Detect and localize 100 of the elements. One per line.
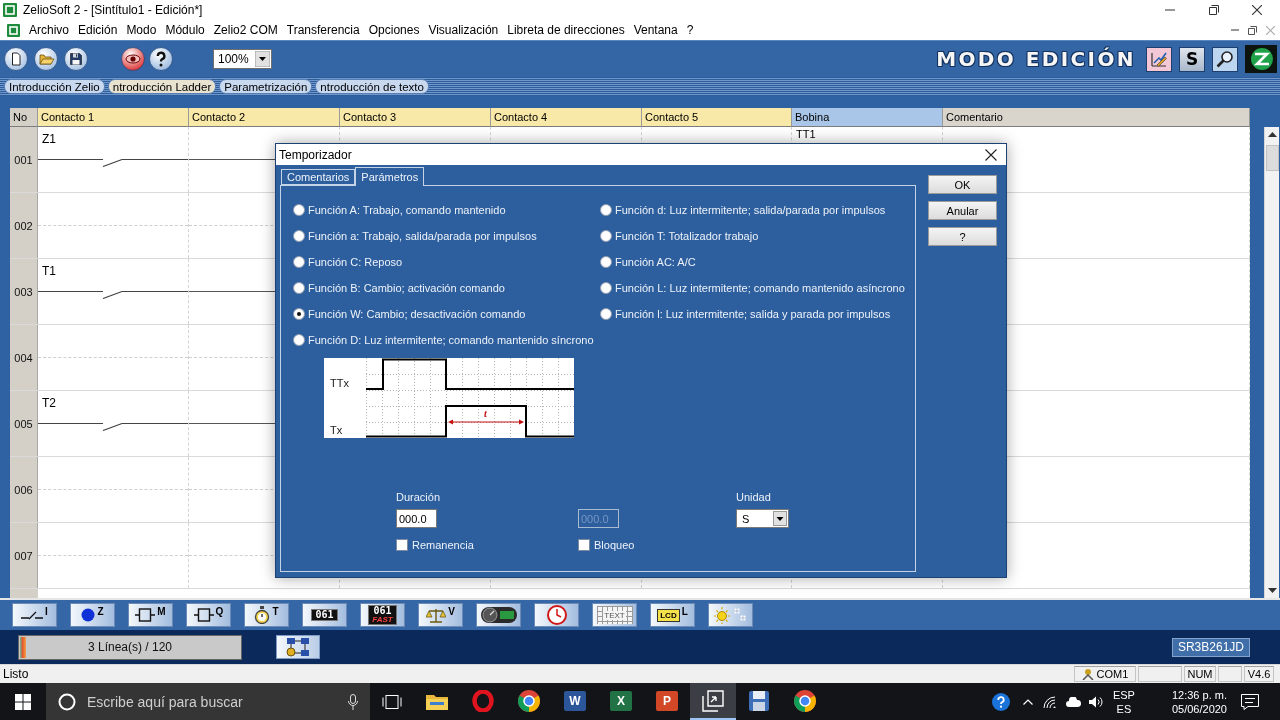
menu-item[interactable]: Opciones: [364, 21, 424, 39]
network-diagram-icon: [285, 637, 311, 657]
tab[interactable]: Parametrización: [219, 79, 313, 94]
palette-button[interactable]: I: [12, 603, 57, 627]
taskbar-app-button[interactable]: W: [552, 683, 598, 720]
search-button[interactable]: [1212, 46, 1238, 72]
contact-label: T2: [42, 396, 56, 410]
radio-button[interactable]: [293, 308, 305, 320]
window-title: ZelioSoft 2 - [Sintítulo1 - Edición*]: [23, 3, 203, 17]
menu-item[interactable]: Archivo: [25, 21, 73, 39]
taskbar-app-button[interactable]: P: [644, 683, 690, 720]
stopwatch-icon: [254, 606, 271, 624]
start-icon[interactable]: [15, 693, 31, 710]
checkbox[interactable]: [578, 539, 590, 551]
dialog-button[interactable]: ?: [928, 227, 997, 246]
wifi-icon[interactable]: [1042, 695, 1057, 708]
radio-button[interactable]: [293, 230, 305, 242]
menu-item[interactable]: Transferencia: [282, 21, 364, 39]
radio-button[interactable]: [293, 256, 305, 268]
floppy-disk-icon[interactable]: [64, 47, 88, 71]
zoom-select[interactable]: 100%: [213, 49, 272, 69]
palette-button[interactable]: T: [244, 603, 289, 627]
tab[interactable]: Introducción Zelio: [4, 79, 105, 94]
palette-button[interactable]: 061 FAST: [360, 603, 405, 627]
clock-time[interactable]: 12:36 p. m.: [1171, 687, 1227, 702]
cloud-icon[interactable]: [1065, 696, 1081, 707]
duration-input[interactable]: 000.0: [396, 509, 437, 528]
palette-button[interactable]: LCD L: [650, 603, 695, 627]
restore-icon[interactable]: [1248, 25, 1257, 35]
radio-button[interactable]: [600, 256, 612, 268]
help-icon[interactable]: [149, 47, 173, 71]
radio-button[interactable]: [293, 282, 305, 294]
circle-icon: [81, 608, 96, 622]
palette-button[interactable]: 061: [302, 603, 347, 627]
search-field[interactable]: Escribe aquí para buscar: [46, 683, 370, 720]
clock-date[interactable]: 05/06/2020: [1171, 701, 1227, 716]
signal-label: Tx: [330, 424, 343, 436]
dialog-tab[interactable]: Comentarios: [281, 169, 356, 185]
radio-button[interactable]: [600, 282, 612, 294]
app-logo: X: [610, 690, 632, 711]
scrollbar-thumb[interactable]: [1265, 145, 1279, 171]
palette-button[interactable]: M: [128, 603, 173, 627]
palette-button[interactable]: TEXT: [592, 603, 637, 627]
new-file-icon[interactable]: [4, 47, 28, 71]
help-icon[interactable]: [991, 692, 1010, 711]
taskbar-app-button[interactable]: [690, 683, 736, 720]
search-input[interactable]: Escribe aquí para buscar: [85, 692, 339, 711]
dialog-button[interactable]: Anular: [928, 201, 997, 220]
option-label: Función l: Luz intermitente; salida y parada por impulsos: [615, 308, 891, 320]
dialog-button[interactable]: OK: [928, 175, 997, 194]
app-logo-icon: [3, 3, 17, 17]
palette-button[interactable]: Q: [186, 603, 231, 627]
restore-icon[interactable]: [1209, 5, 1219, 15]
menu-item[interactable]: Visualización: [424, 21, 503, 39]
tab[interactable]: ntroducción de texto: [315, 79, 429, 94]
close-icon[interactable]: [985, 148, 997, 161]
option-label: Función A: Trabajo, comando mantenido: [308, 204, 506, 216]
down-arrow-icon[interactable]: [1267, 588, 1277, 593]
radio-button[interactable]: [600, 230, 612, 242]
palette-button[interactable]: V: [418, 603, 463, 627]
radio-button[interactable]: [600, 204, 612, 216]
palette-button[interactable]: Z: [70, 603, 115, 627]
clock-icon: [546, 605, 567, 625]
menu-item[interactable]: Libreta de direcciones: [503, 21, 629, 39]
search-icon: [58, 692, 76, 711]
vertical-scrollbar[interactable]: [1264, 127, 1279, 598]
caret-up-icon[interactable]: [1022, 698, 1033, 705]
taskbar-app-button[interactable]: X: [598, 683, 644, 720]
dialog-title: Temporizador: [279, 147, 352, 162]
menu-item[interactable]: Módulo: [161, 21, 209, 39]
mode-letter-button[interactable]: S: [1179, 46, 1205, 72]
menu-item[interactable]: Edición: [74, 21, 122, 39]
radio-button[interactable]: [600, 308, 612, 320]
edit-mode-button[interactable]: [1146, 46, 1172, 72]
language-indicator[interactable]: ESP: [1112, 687, 1135, 702]
speaker-icon[interactable]: [1088, 695, 1104, 708]
keyboard-layout[interactable]: ES: [1116, 701, 1132, 716]
eye-icon[interactable]: [121, 47, 145, 71]
status-pane: NUM: [1187, 668, 1213, 680]
palette-button[interactable]: [476, 603, 521, 627]
menu-item[interactable]: ?: [682, 21, 698, 39]
menu-item[interactable]: Ventana: [629, 21, 682, 39]
option-label: Función W: Cambio; desactivación comando: [308, 308, 526, 320]
tab[interactable]: ntroducción Ladder: [107, 79, 217, 94]
menu-item[interactable]: Modo: [122, 21, 161, 39]
unit-select[interactable]: S: [736, 509, 789, 528]
folder-icon[interactable]: [34, 47, 58, 71]
radio-button[interactable]: [293, 334, 305, 346]
checkbox-label: Remanencia: [412, 539, 474, 551]
radio-button[interactable]: [293, 204, 305, 216]
chat-bubble-icon[interactable]: [1241, 693, 1259, 710]
close-icon[interactable]: [1252, 5, 1262, 15]
option-label: Función B: Cambio; activación comando: [308, 282, 505, 294]
task-view-icon[interactable]: [382, 694, 402, 709]
menu-item[interactable]: Zelio2 COM: [209, 21, 282, 39]
option-label: Función d: Luz intermitente; salida/parada por impulsos: [615, 204, 886, 216]
checkbox[interactable]: [396, 539, 408, 551]
up-arrow-icon[interactable]: [1267, 132, 1277, 137]
network-button[interactable]: [276, 635, 320, 659]
dialog-tab[interactable]: Parámetros: [355, 167, 425, 186]
